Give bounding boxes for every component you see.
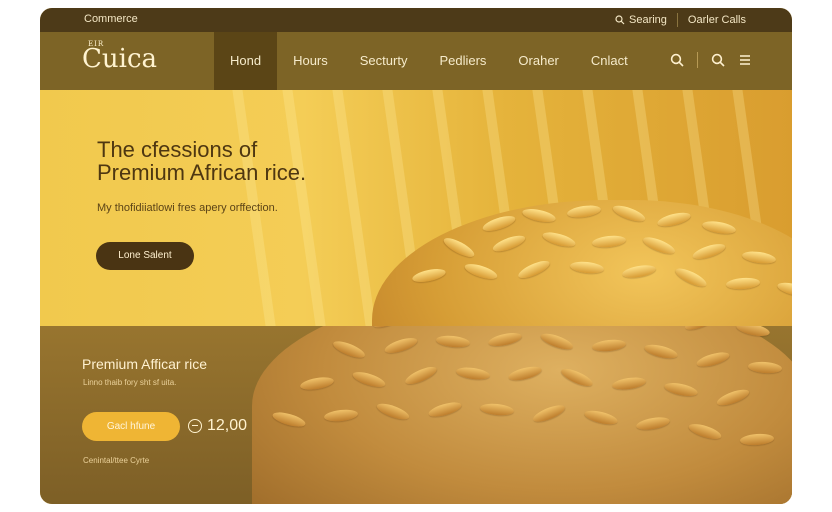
hero-cta-button[interactable]: Lone Salent: [96, 242, 194, 270]
divider: [676, 13, 678, 27]
nav-item-secturty[interactable]: Secturty: [344, 32, 424, 90]
main-navigation: EIR Cuica Hond Hours Secturty Pedliers O…: [40, 32, 792, 90]
product-action-button[interactable]: Gacl hfune: [82, 412, 180, 441]
nav-item-oraher[interactable]: Oraher: [502, 32, 574, 90]
nav-icons: [670, 52, 752, 68]
nav-item-hond[interactable]: Hond: [214, 32, 278, 90]
price-value: 12,00: [207, 417, 248, 434]
search-link[interactable]: Searing: [615, 14, 667, 26]
menu-icon[interactable]: [738, 53, 752, 67]
account-link[interactable]: Oarler Calls: [688, 14, 746, 26]
logo-text: Cuica: [82, 44, 158, 74]
rice-pile-image: [372, 200, 792, 326]
product-title: Premium Afficar rice: [82, 356, 207, 372]
divider: [697, 52, 698, 68]
remove-circle-icon[interactable]: [188, 419, 202, 433]
product-note: Cenintal/ttee Cyrte: [83, 456, 150, 465]
nav-item-pedliers[interactable]: Pedliers: [423, 32, 502, 90]
nav-item-hours[interactable]: Hours: [277, 32, 344, 90]
browser-page: Commerce Searing Oarler Calls EIR Cuica …: [40, 8, 792, 504]
product-description: Linno thaib fory sht sf uita.: [83, 378, 177, 387]
price-display: 12,00: [188, 417, 247, 435]
search-icon[interactable]: [711, 53, 725, 67]
hero-subtitle: My thofidiiatlowi fres apery orffection.: [97, 202, 278, 214]
product-section: Premium Afficar rice Linno thaib fory sh…: [40, 326, 792, 504]
hero-banner: The cfessions of Premium African rice. M…: [40, 90, 792, 326]
hero-title-line-2: Premium African rice.: [97, 160, 307, 185]
nav-menu: Hond Hours Secturty Pedliers Oraher Cnla…: [214, 32, 644, 90]
logo-small-text: EIR: [88, 40, 105, 48]
hero-title-line-1: The cfessions of: [97, 137, 258, 162]
hero-title: The cfessions of Premium African rice.: [97, 138, 306, 184]
search-icon: [615, 15, 625, 25]
top-utility-bar: Commerce Searing Oarler Calls: [40, 8, 792, 32]
nav-item-cnlact[interactable]: Cnlact: [575, 32, 644, 90]
top-right-links: Searing Oarler Calls: [615, 13, 746, 27]
site-logo[interactable]: EIR Cuica: [82, 40, 158, 74]
rice-pile-image: [252, 326, 792, 504]
search-label: Searing: [629, 14, 667, 26]
brand-label: Commerce: [84, 13, 138, 25]
search-icon[interactable]: [670, 53, 684, 67]
